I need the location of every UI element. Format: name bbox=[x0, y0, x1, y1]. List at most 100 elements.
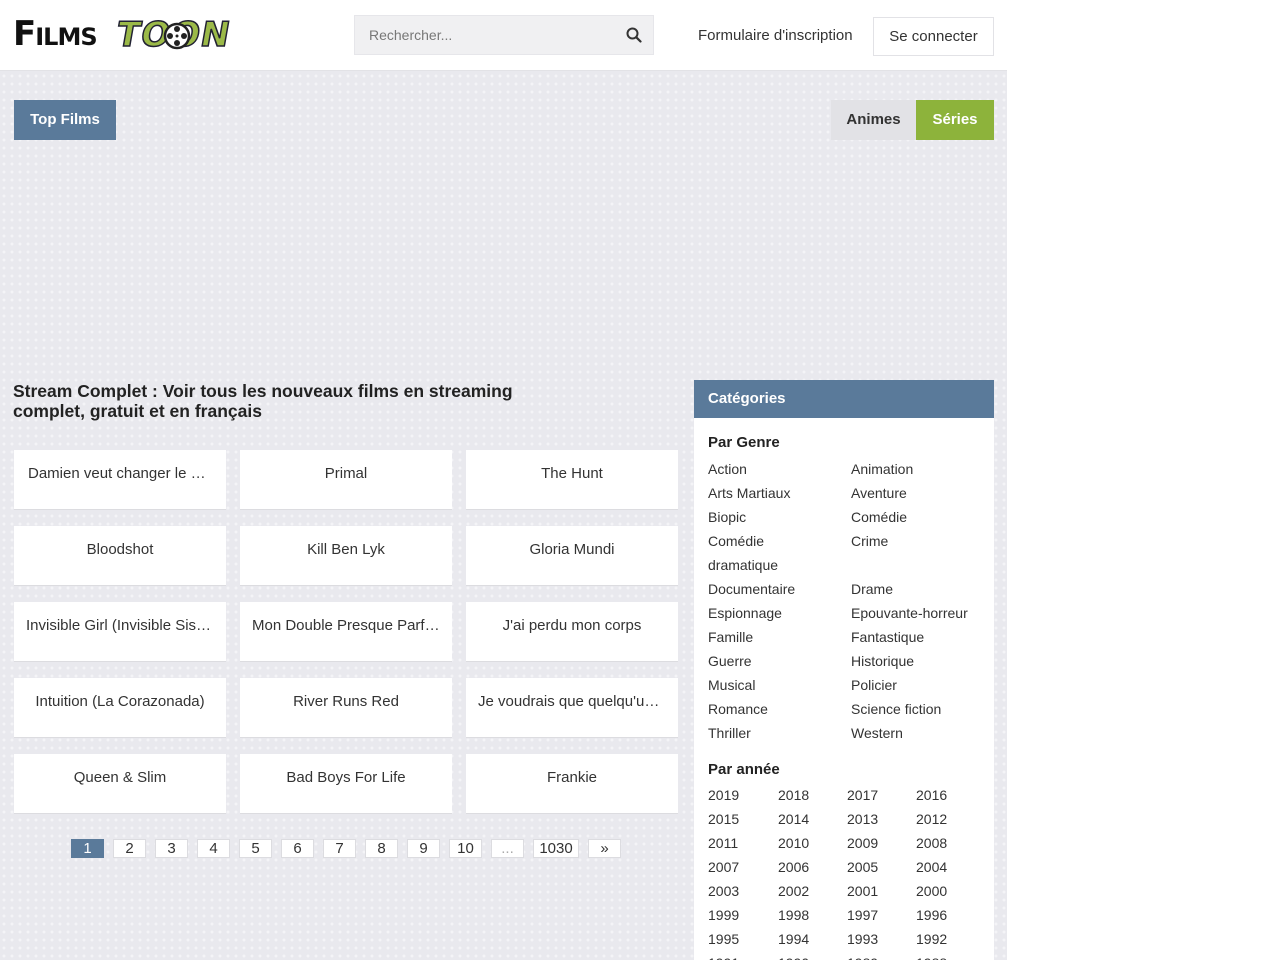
genre-link[interactable]: Animation bbox=[851, 457, 986, 481]
year-link[interactable]: 2003 bbox=[708, 879, 739, 903]
year-link[interactable]: 2015 bbox=[708, 807, 739, 831]
top-films-button[interactable]: Top Films bbox=[14, 100, 116, 140]
year-link[interactable]: 2014 bbox=[778, 807, 809, 831]
genre-link[interactable]: Romance bbox=[708, 697, 843, 721]
register-link[interactable]: Formulaire d'inscription bbox=[698, 27, 853, 44]
page-link[interactable]: 3 bbox=[155, 839, 188, 858]
page-link-last[interactable]: 1030 bbox=[533, 839, 579, 858]
page-link[interactable]: 8 bbox=[365, 839, 398, 858]
year-link[interactable]: 1998 bbox=[778, 903, 809, 927]
year-link[interactable]: 2016 bbox=[916, 783, 947, 807]
categories-sidebar: Catégories Par Genre Action Animation Ar… bbox=[694, 380, 994, 960]
movie-title: Bloodshot bbox=[86, 541, 154, 558]
logo-films-text: FILMS bbox=[13, 14, 98, 54]
year-link[interactable]: 2001 bbox=[847, 879, 878, 903]
year-link[interactable]: 1991 bbox=[708, 951, 739, 960]
year-section-title: Par année bbox=[708, 761, 780, 778]
page-link-current[interactable]: 1 bbox=[71, 839, 104, 858]
year-link[interactable]: 1988 bbox=[916, 951, 947, 960]
search-icon[interactable] bbox=[625, 26, 643, 44]
page-link[interactable]: 5 bbox=[239, 839, 272, 858]
year-link[interactable]: 2010 bbox=[778, 831, 809, 855]
genre-link[interactable]: Aventure bbox=[851, 481, 986, 505]
movie-title: Frankie bbox=[546, 769, 598, 786]
year-link[interactable]: 1999 bbox=[708, 903, 739, 927]
search-input[interactable] bbox=[355, 16, 610, 54]
movie-card[interactable]: Kill Ben Lyk bbox=[240, 526, 452, 586]
movie-card[interactable]: Bloodshot bbox=[14, 526, 226, 586]
genre-link[interactable]: Famille bbox=[708, 625, 843, 649]
year-link[interactable]: 2019 bbox=[708, 783, 739, 807]
movie-card[interactable]: Primal bbox=[240, 450, 452, 510]
year-link[interactable]: 1989 bbox=[847, 951, 878, 960]
page-link[interactable]: 4 bbox=[197, 839, 230, 858]
genre-link[interactable]: Policier bbox=[851, 673, 986, 697]
site-logo[interactable]: FILMS TOON bbox=[13, 12, 235, 58]
year-link[interactable]: 2011 bbox=[708, 831, 738, 855]
movie-card[interactable]: Invisible Girl (Invisible Sister) bbox=[14, 602, 226, 662]
year-link[interactable]: 2018 bbox=[778, 783, 809, 807]
page-link[interactable]: 6 bbox=[281, 839, 314, 858]
movie-card[interactable]: Queen & Slim bbox=[14, 754, 226, 814]
year-link[interactable]: 2006 bbox=[778, 855, 809, 879]
year-link[interactable]: 1992 bbox=[916, 927, 947, 951]
genre-link[interactable]: Crime bbox=[851, 529, 986, 553]
year-link[interactable]: 2004 bbox=[916, 855, 947, 879]
page-link[interactable]: 9 bbox=[407, 839, 440, 858]
movie-title: Primal bbox=[324, 465, 368, 482]
genre-link[interactable]: Documentaire bbox=[708, 577, 843, 601]
movie-title: Je voudrais que quelqu'un m'attende quel… bbox=[478, 693, 678, 710]
movie-card[interactable]: Bad Boys For Life bbox=[240, 754, 452, 814]
year-link[interactable]: 1993 bbox=[847, 927, 878, 951]
genre-link[interactable]: Thriller bbox=[708, 721, 843, 745]
year-link[interactable]: 2013 bbox=[847, 807, 878, 831]
movie-card[interactable]: J'ai perdu mon corps bbox=[466, 602, 678, 662]
movie-card[interactable]: Damien veut changer le monde bbox=[14, 450, 226, 510]
page-link[interactable]: 2 bbox=[113, 839, 146, 858]
genre-link[interactable]: Comédie dramatique bbox=[708, 529, 788, 577]
genre-link[interactable]: Science fiction bbox=[851, 697, 986, 721]
series-button[interactable]: Séries bbox=[916, 100, 994, 140]
genre-link[interactable]: Drame bbox=[851, 577, 986, 601]
year-link[interactable]: 2017 bbox=[847, 783, 878, 807]
genre-link[interactable]: Epouvante-horreur bbox=[851, 601, 986, 625]
genre-link[interactable]: Biopic bbox=[708, 505, 843, 529]
year-link[interactable]: 1994 bbox=[778, 927, 809, 951]
movie-card[interactable]: Je voudrais que quelqu'un m'attende quel… bbox=[466, 678, 678, 738]
page-ellipsis: ... bbox=[491, 839, 524, 858]
genre-link[interactable]: Historique bbox=[851, 649, 986, 673]
year-link[interactable]: 2005 bbox=[847, 855, 878, 879]
movie-card[interactable]: Gloria Mundi bbox=[466, 526, 678, 586]
movie-title: Kill Ben Lyk bbox=[307, 541, 385, 558]
genre-link[interactable]: Action bbox=[708, 457, 843, 481]
movie-card[interactable]: Mon Double Presque Parfait bbox=[240, 602, 452, 662]
year-link[interactable]: 1990 bbox=[778, 951, 809, 960]
next-page-button[interactable]: » bbox=[588, 839, 621, 858]
year-link[interactable]: 2007 bbox=[708, 855, 739, 879]
movie-card[interactable]: Intuition (La Corazonada) bbox=[14, 678, 226, 738]
genre-link[interactable]: Arts Martiaux bbox=[708, 481, 843, 505]
genre-link[interactable]: Guerre bbox=[708, 649, 843, 673]
year-link[interactable]: 2012 bbox=[916, 807, 947, 831]
animes-button[interactable]: Animes bbox=[831, 100, 916, 140]
movie-card[interactable]: Frankie bbox=[466, 754, 678, 814]
genre-link[interactable]: Comédie bbox=[851, 505, 986, 529]
login-button[interactable]: Se connecter bbox=[873, 17, 994, 56]
movie-title: J'ai perdu mon corps bbox=[502, 617, 642, 634]
genre-link[interactable]: Western bbox=[851, 721, 986, 745]
year-link[interactable]: 2002 bbox=[778, 879, 809, 903]
genre-link[interactable]: Fantastique bbox=[851, 625, 986, 649]
genre-link[interactable]: Musical bbox=[708, 673, 843, 697]
year-link[interactable]: 1996 bbox=[916, 903, 947, 927]
year-link[interactable]: 1997 bbox=[847, 903, 878, 927]
movie-card[interactable]: River Runs Red bbox=[240, 678, 452, 738]
movie-card[interactable]: The Hunt bbox=[466, 450, 678, 510]
genre-link[interactable]: Espionnage bbox=[708, 601, 843, 625]
year-link[interactable]: 1995 bbox=[708, 927, 739, 951]
year-link[interactable]: 2008 bbox=[916, 831, 947, 855]
year-link[interactable]: 2000 bbox=[916, 879, 947, 903]
film-reel-icon bbox=[163, 22, 191, 50]
page-link[interactable]: 10 bbox=[449, 839, 482, 858]
year-link[interactable]: 2009 bbox=[847, 831, 878, 855]
page-link[interactable]: 7 bbox=[323, 839, 356, 858]
